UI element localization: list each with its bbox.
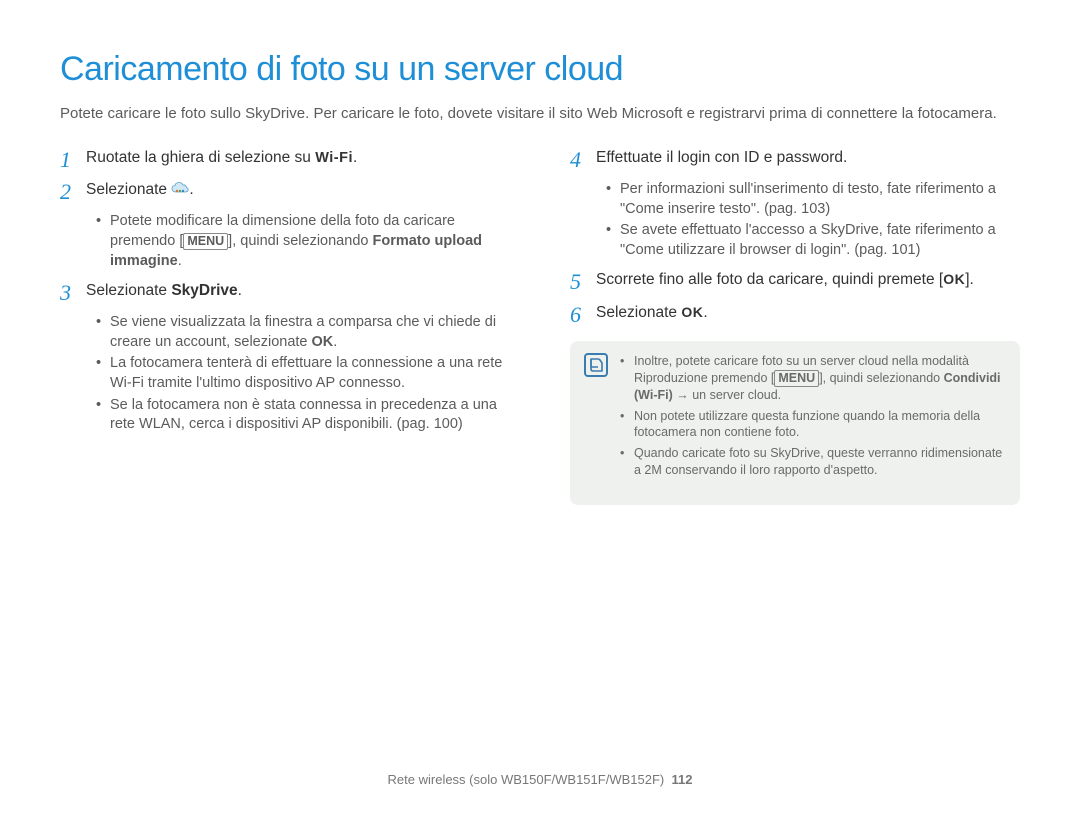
page: Caricamento di foto su un server cloud P… [0,0,1080,815]
bullet: Inoltre, potete caricare foto su un serv… [620,353,1006,404]
step-4-bullets: Per informazioni sull'inserimento di tes… [606,180,1020,260]
bold-text: SkyDrive [171,282,237,299]
text: . [703,304,707,321]
step-number: 3 [60,281,86,305]
step-4: 4 Effettuate il login con ID e password. [570,148,1020,172]
menu-label: MENU [774,370,819,387]
page-title: Caricamento di foto su un server cloud [60,50,1020,89]
step-text: Selezionate SkyDrive. [86,281,242,302]
bullet: Quando caricate foto su SkyDrive, queste… [620,445,1006,479]
page-footer: Rete wireless (solo WB150F/WB151F/WB152F… [0,772,1080,787]
ok-label: OK [943,271,965,287]
bullet: Per informazioni sull'inserimento di tes… [606,180,1020,219]
note-icon [584,353,608,377]
note-bullets: Inoltre, potete caricare foto su un serv… [620,353,1006,483]
text: . [353,149,357,166]
bullet: Se viene visualizzata la finestra a comp… [96,313,510,352]
text: . [238,282,242,299]
step-text: Scorrete fino alle foto da caricare, qui… [596,270,974,291]
ok-label: OK [681,304,703,320]
text: ], quindi selezionando [228,233,372,249]
step-text: Selezionate OK. [596,303,708,324]
bold-text: OK [312,334,334,350]
note-box: Inoltre, potete caricare foto su un serv… [570,341,1020,505]
text: . [333,334,337,350]
text: . [189,181,193,198]
text: Ruotate la ghiera di selezione su [86,149,315,166]
step-text: Effettuate il login con ID e password. [596,148,847,169]
text: Selezionate [596,304,681,321]
step-2: 2 Selezionate . [60,180,510,204]
text: . [178,253,182,269]
text: ], quindi selezionando [819,371,943,385]
wifi-label: Wi-Fi [315,150,353,166]
step-text: Ruotate la ghiera di selezione su Wi-Fi. [86,148,357,169]
menu-label: MENU [183,233,228,250]
step-2-bullets: Potete modificare la dimensione della fo… [96,212,510,271]
step-3-bullets: Se viene visualizzata la finestra a comp… [96,313,510,434]
cloud-icon [171,181,189,193]
content-columns: 1 Ruotate la ghiera di selezione su Wi-F… [60,148,1020,505]
intro-text: Potete caricare le foto sullo SkyDrive. … [60,103,1020,124]
bullet: Se avete effettuato l'accesso a SkyDrive… [606,221,1020,260]
bullet: La fotocamera tenterà di effettuare la c… [96,354,510,393]
step-3: 3 Selezionate SkyDrive. [60,281,510,305]
bullet: Se la fotocamera non è stata connessa in… [96,396,510,435]
text: un server cloud. [692,388,781,402]
step-6: 6 Selezionate OK. [570,303,1020,327]
page-number: 112 [671,772,692,787]
step-number: 4 [570,148,596,172]
right-column: 4 Effettuate il login con ID e password.… [570,148,1020,505]
text: Selezionate [86,282,171,299]
step-number: 1 [60,148,86,172]
bullet: Non potete utilizzare questa funzione qu… [620,408,1006,442]
text: Selezionate [86,181,171,198]
bullet: Potete modificare la dimensione della fo… [96,212,510,271]
step-number: 5 [570,270,596,294]
text: Scorrete fino alle foto da caricare, qui… [596,271,943,288]
text: Se viene visualizzata la finestra a comp… [110,314,496,350]
step-5: 5 Scorrete fino alle foto da caricare, q… [570,270,1020,294]
left-column: 1 Ruotate la ghiera di selezione su Wi-F… [60,148,510,505]
step-1: 1 Ruotate la ghiera di selezione su Wi-F… [60,148,510,172]
step-number: 6 [570,303,596,327]
text: ]. [965,271,974,288]
step-text: Selezionate . [86,180,194,201]
footer-text: Rete wireless (solo WB150F/WB151F/WB152F… [388,772,665,787]
step-number: 2 [60,180,86,204]
arrow: → [673,388,692,402]
